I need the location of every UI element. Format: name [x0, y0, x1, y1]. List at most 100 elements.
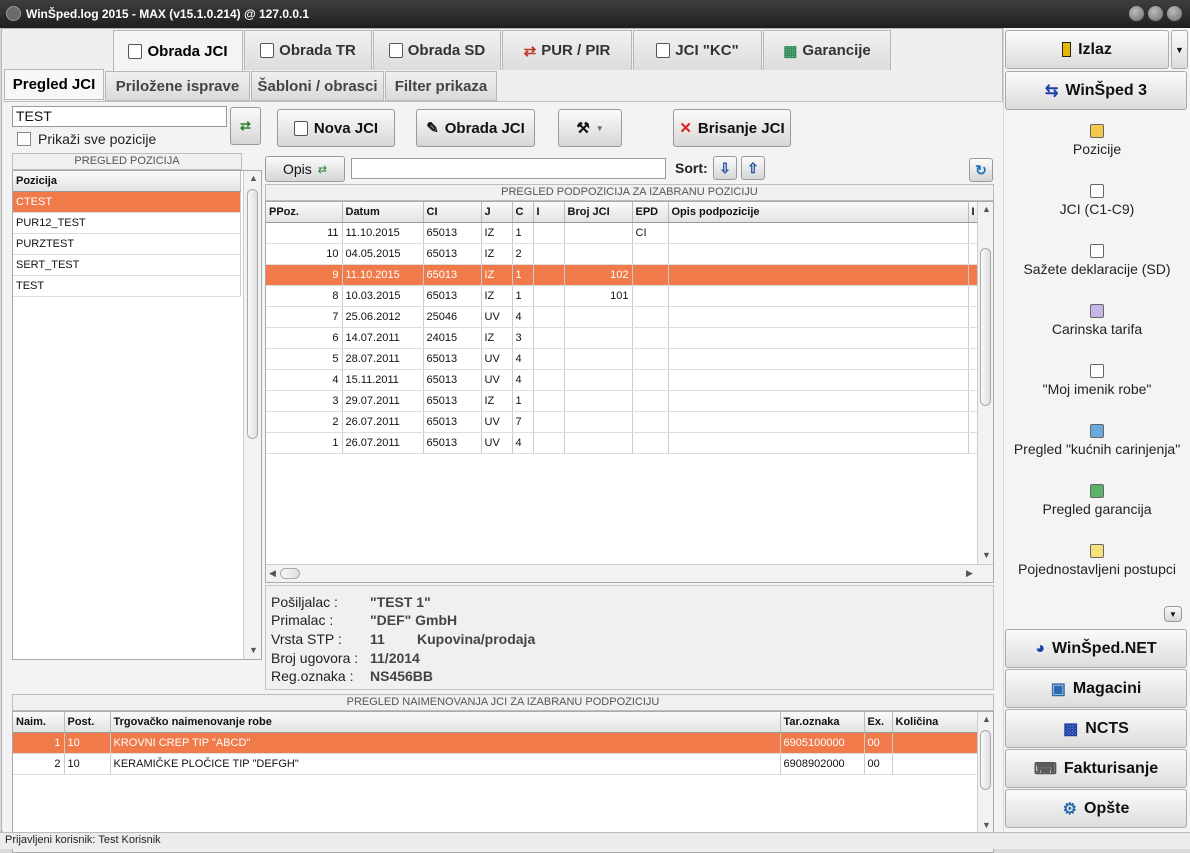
table-row[interactable]: 8 10.03.2015 65013 IZ 1 101	[266, 285, 978, 307]
column-header-pozicija[interactable]: Pozicija	[13, 171, 241, 192]
tab-pur-pir[interactable]: ⇄ PUR / PIR	[502, 30, 632, 70]
table-row[interactable]: 1 26.07.2011 65013 UV 4	[266, 432, 978, 454]
scroll-right-icon[interactable]: ▶	[966, 568, 973, 579]
obrada-jci-button[interactable]: ✎ Obrada JCI	[416, 109, 535, 147]
menu-carinska-tarifa[interactable]: Carinska tarifa	[1004, 304, 1190, 337]
refresh-icon: ⇄	[240, 118, 251, 133]
column-header[interactable]: Naim.	[13, 712, 65, 733]
tab-filter-prikaza[interactable]: Filter prikaza	[385, 71, 497, 101]
scroll-up-icon[interactable]: ▲	[982, 714, 991, 724]
column-header[interactable]: J	[481, 202, 513, 223]
nova-jci-button[interactable]: Nova JCI	[277, 109, 395, 147]
tab-obrada-sd[interactable]: Obrada SD	[373, 30, 501, 70]
column-header[interactable]: Ex.	[864, 712, 893, 733]
table-row[interactable]: 9 11.10.2015 65013 IZ 1 102	[266, 264, 978, 286]
show-all-checkbox[interactable]	[17, 132, 31, 146]
table-row[interactable]: 5 28.07.2011 65013 UV 4	[266, 348, 978, 370]
menu-jci[interactable]: JCI (C1-C9)	[1004, 184, 1190, 217]
tab-garancije[interactable]: ▦ Garancije	[763, 30, 891, 70]
table-row[interactable]: 11 11.10.2015 65013 IZ 1 CI	[266, 222, 978, 244]
column-header[interactable]: Trgovačko naimenovanje robe	[110, 712, 781, 733]
subpositions-hscrollbar[interactable]: ◀ ▶	[266, 564, 993, 582]
table-cell	[968, 411, 978, 433]
column-header[interactable]: C	[512, 202, 534, 223]
table-row[interactable]: 3 29.07.2011 65013 IZ 1	[266, 390, 978, 412]
menu-moj-imenik-robe[interactable]: "Moj imenik robe"	[1004, 364, 1190, 397]
tab-obrada-jci[interactable]: Obrada JCI	[113, 30, 243, 71]
tab-jci-kc[interactable]: JCI "KC"	[633, 30, 762, 70]
column-header[interactable]: Količina	[892, 712, 978, 733]
table-row[interactable]: 4 15.11.2011 65013 UV 4	[266, 369, 978, 391]
column-header[interactable]: Opis podpozicije	[668, 202, 969, 223]
winsped3-button[interactable]: ⇆ WinŠped 3	[1005, 71, 1187, 110]
scroll-down-icon[interactable]: ▼	[982, 550, 991, 560]
tab-obrada-tr[interactable]: Obrada TR	[244, 30, 372, 70]
tab-pregled-jci[interactable]: Pregled JCI	[4, 69, 104, 100]
items-vscrollbar[interactable]: ▲ ▼	[977, 712, 993, 834]
table-cell	[632, 327, 669, 349]
table-row[interactable]: 6 14.07.2011 24015 IZ 3	[266, 327, 978, 349]
ncts-button[interactable]: ▩ NCTS	[1005, 709, 1187, 748]
column-header[interactable]: I	[533, 202, 565, 223]
column-header[interactable]: EPD	[632, 202, 669, 223]
menu-more-button[interactable]: ▼	[1164, 606, 1182, 622]
close-button[interactable]	[1166, 5, 1183, 22]
izlaz-button[interactable]: Izlaz	[1005, 30, 1169, 69]
table-row[interactable]: CTEST	[13, 191, 241, 213]
table-row[interactable]: 7 25.06.2012 25046 UV 4	[266, 306, 978, 328]
table-row[interactable]: PURZTEST	[13, 233, 241, 255]
refresh-filter-button[interactable]: ⇄	[230, 107, 261, 145]
column-header[interactable]: I	[968, 202, 978, 223]
table-row[interactable]: 2 26.07.2011 65013 UV 7	[266, 411, 978, 433]
maximize-button[interactable]	[1147, 5, 1164, 22]
reload-button[interactable]: ↻	[969, 158, 993, 182]
opste-button[interactable]: ⚙ Opšte	[1005, 789, 1187, 828]
column-header[interactable]: PPoz.	[266, 202, 343, 223]
table-cell: 11	[266, 222, 343, 244]
app-menu-icon[interactable]	[6, 6, 21, 21]
menu-pozicije[interactable]: Pozicije	[1004, 124, 1190, 157]
menu-pregled-garancija[interactable]: Pregled garancija	[1004, 484, 1190, 517]
column-header[interactable]: CI	[423, 202, 482, 223]
positions-scrollbar[interactable]: ▲ ▼	[243, 171, 261, 659]
menu-sazete-deklaracije[interactable]: Sažete deklaracije (SD)	[1004, 244, 1190, 277]
table-row[interactable]: SERT_TEST	[13, 254, 241, 276]
scroll-thumb[interactable]	[280, 568, 300, 579]
tab-prilozene-isprave[interactable]: Priložene isprave	[105, 71, 250, 101]
brisanje-jci-button[interactable]: ✕ Brisanje JCI	[673, 109, 791, 147]
items-body: 1 10 KROVNI CREP TIP "ABCD" 6905100000 00 2 10…	[13, 732, 978, 775]
scroll-up-icon[interactable]: ▲	[249, 173, 258, 183]
column-header[interactable]: Post.	[64, 712, 111, 733]
scroll-left-icon[interactable]: ◀	[269, 568, 276, 579]
table-row[interactable]: 2 10 KERAMIČKE PLOČICE TIP "DEFGH" 69089020…	[13, 753, 978, 775]
tab-sabloni-obrasci[interactable]: Šabloni / obrasci	[251, 71, 384, 101]
menu-kucna-carinjenja[interactable]: Pregled "kućnih carinjenja"	[1004, 424, 1190, 457]
opis-button[interactable]: Opis ⇄	[265, 156, 345, 182]
table-row[interactable]: PUR12_TEST	[13, 212, 241, 234]
tools-dropdown-button[interactable]: ⚒ ▼	[558, 109, 622, 147]
scroll-down-icon[interactable]: ▼	[982, 820, 991, 830]
izlaz-dropdown[interactable]: ▼	[1171, 30, 1188, 69]
sort-asc-button[interactable]: ⇧	[741, 156, 765, 180]
table-row[interactable]: 10 04.05.2015 65013 IZ 2	[266, 243, 978, 265]
fakturisanje-button[interactable]: ⌨ Fakturisanje	[1005, 749, 1187, 788]
menu-pojednostavljeni-postupci[interactable]: Pojednostavljeni postupci	[1004, 544, 1190, 577]
position-filter-input[interactable]: TEST	[12, 106, 227, 127]
sort-desc-button[interactable]: ⇩	[713, 156, 737, 180]
scroll-thumb[interactable]	[980, 248, 991, 406]
scroll-down-icon[interactable]: ▼	[249, 645, 258, 655]
scroll-thumb[interactable]	[247, 189, 258, 439]
scroll-thumb[interactable]	[980, 730, 991, 790]
winsped-net-button[interactable]: ◕ WinŠped.NET	[1005, 629, 1187, 668]
magacini-button[interactable]: ▣ Magacini	[1005, 669, 1187, 708]
column-header[interactable]: Datum	[342, 202, 424, 223]
column-header[interactable]: Tar.oznaka	[780, 712, 865, 733]
minimize-button[interactable]	[1128, 5, 1145, 22]
opis-input[interactable]	[351, 158, 666, 179]
table-row[interactable]: 1 10 KROVNI CREP TIP "ABCD" 6905100000 00	[13, 732, 978, 754]
scroll-up-icon[interactable]: ▲	[982, 204, 991, 214]
table-row[interactable]: TEST	[13, 275, 241, 297]
posiljalac-value: "TEST 1"	[370, 594, 431, 610]
subpositions-vscrollbar[interactable]: ▲ ▼	[977, 202, 993, 564]
column-header[interactable]: Broj JCI	[564, 202, 633, 223]
